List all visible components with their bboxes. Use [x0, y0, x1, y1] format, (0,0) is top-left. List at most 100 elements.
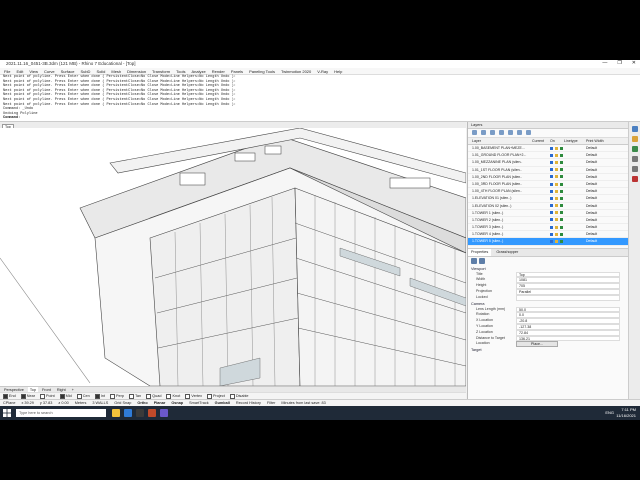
layer-name[interactable]: 1.00_2ND FLOOR PLAN (silen.. [468, 174, 532, 180]
lock-icon[interactable] [555, 160, 558, 164]
menu-edit[interactable]: Edit [16, 68, 23, 74]
linetype-cell[interactable] [564, 224, 586, 230]
tools-icon[interactable] [526, 130, 531, 135]
print-width-cell[interactable]: Default [586, 159, 628, 165]
lightbulb-icon[interactable] [550, 240, 553, 244]
linetype-cell[interactable] [564, 217, 586, 223]
osnap-checkbox[interactable] [146, 393, 152, 399]
menu-vray[interactable]: V-Ray [317, 68, 328, 74]
layer-name[interactable]: 1.TOWER 2 (silen..) [468, 217, 532, 223]
file-explorer-icon[interactable] [112, 409, 120, 417]
display-tab-icon[interactable] [632, 136, 638, 142]
language-indicator[interactable]: ENG [605, 410, 614, 415]
osnap-checkbox[interactable] [40, 393, 45, 399]
linetype-cell[interactable] [564, 238, 586, 244]
color-swatch-icon[interactable] [560, 175, 563, 179]
layer-name[interactable]: 1.TOWER 5 (silen..) [468, 238, 532, 244]
lightbulb-icon[interactable] [550, 160, 553, 164]
color-swatch-icon[interactable] [560, 204, 563, 208]
print-width-cell[interactable]: Default [586, 238, 628, 244]
color-swatch-icon[interactable] [560, 182, 563, 186]
color-swatch-icon[interactable] [560, 153, 563, 157]
layer-row[interactable]: 1.00_4TH FLOOR PLAN (silen.. Default [468, 188, 628, 196]
layer-name[interactable]: 1.TOWER 4 (silen..) [468, 231, 532, 237]
layer-row[interactable]: 1.01_GROUND FLOOR PLAN+2... Default [468, 152, 628, 160]
minimize-button[interactable]: — [602, 60, 607, 68]
lock-icon[interactable] [555, 175, 558, 179]
layer-name[interactable]: 1.00_BASEMENT PLAN+MEZE... [468, 145, 532, 151]
print-width-cell[interactable]: Default [586, 181, 628, 187]
menu-dimension[interactable]: Dimension [127, 68, 146, 74]
command-input[interactable]: Command: [3, 116, 640, 121]
col-current[interactable]: Current [532, 138, 550, 144]
taskbar-search-input[interactable]: Type here to search [16, 409, 106, 417]
osnap-checkbox[interactable] [166, 393, 172, 399]
col-print-width[interactable]: Print Width [586, 138, 628, 144]
linetype-cell[interactable] [564, 188, 586, 194]
render-tab-icon[interactable] [632, 146, 638, 152]
color-swatch-icon[interactable] [560, 240, 563, 244]
col-layer[interactable]: Layer [468, 138, 532, 144]
col-on[interactable]: On [550, 138, 564, 144]
current-indicator[interactable] [532, 210, 550, 216]
osnap-checkbox[interactable] [109, 393, 115, 399]
linetype-cell[interactable] [564, 174, 586, 180]
color-swatch-icon[interactable] [560, 189, 563, 193]
layer-name[interactable]: 1.00_3RD FLOOR PLAN (silen.. [468, 181, 532, 187]
lightbulb-icon[interactable] [550, 232, 553, 236]
menu-subd[interactable]: SubD [80, 68, 90, 74]
current-indicator[interactable] [532, 195, 550, 201]
print-width-cell[interactable]: Default [586, 152, 628, 158]
print-width-cell[interactable]: Default [586, 217, 628, 223]
current-indicator[interactable] [532, 152, 550, 158]
lightbulb-icon[interactable] [550, 153, 553, 157]
menu-view[interactable]: View [29, 68, 38, 74]
layer-row[interactable]: 1.ELEVATION 02 (silen..) Default [468, 203, 628, 210]
layer-row[interactable]: 1.TOWER 5 (silen..) Default [468, 238, 628, 246]
print-width-cell[interactable]: Default [586, 188, 628, 194]
lightbulb-icon[interactable] [550, 204, 553, 208]
print-width-cell[interactable]: Default [586, 167, 628, 173]
layer-name[interactable]: 1.TOWER 1 (silen..) [468, 210, 532, 216]
osnap-checkbox[interactable] [59, 393, 65, 399]
grasshopper-tab-icon[interactable] [632, 176, 638, 182]
layer-row[interactable]: 1.00_2ND FLOOR PLAN (silen.. Default [468, 174, 628, 181]
layer-name[interactable]: 1.00_4TH FLOOR PLAN (silen.. [468, 188, 532, 194]
tab-grasshopper[interactable]: Grasshopper [493, 249, 521, 256]
tab-properties[interactable]: Properties [468, 248, 492, 256]
color-swatch-icon[interactable] [560, 196, 563, 200]
layer-name[interactable]: 1.TOWER 3 (silen..) [468, 224, 532, 230]
lightbulb-icon[interactable] [550, 182, 553, 186]
current-indicator[interactable] [532, 224, 550, 230]
menu-transform[interactable]: Transform [152, 68, 170, 74]
print-width-cell[interactable]: Default [586, 210, 628, 216]
print-width-cell[interactable]: Default [586, 203, 628, 209]
help-tab-icon[interactable] [632, 166, 638, 172]
menu-solid[interactable]: Solid [96, 68, 105, 74]
lock-icon[interactable] [555, 153, 558, 157]
layer-name[interactable]: 1.ELEVATION 01 (silen..) [468, 195, 532, 201]
lightbulb-icon[interactable] [550, 189, 553, 193]
properties-tab-icon[interactable] [632, 156, 638, 162]
menu-help[interactable]: Help [334, 68, 342, 74]
delete-layer-icon[interactable] [490, 130, 495, 135]
lock-icon[interactable] [555, 240, 558, 244]
print-width-cell[interactable]: Default [586, 174, 628, 180]
new-sublayer-icon[interactable] [481, 130, 486, 135]
viewport-top[interactable] [0, 128, 466, 386]
close-button[interactable]: ✕ [632, 60, 636, 68]
osnap-checkbox[interactable] [20, 393, 26, 399]
lock-icon[interactable] [555, 146, 558, 150]
system-clock[interactable]: 7:11 PM 11/16/2021 [616, 407, 636, 418]
osnap-checkbox[interactable] [229, 393, 235, 399]
current-indicator[interactable] [532, 203, 550, 209]
edge-icon[interactable] [124, 409, 132, 417]
lock-icon[interactable] [555, 196, 558, 200]
lightbulb-icon[interactable] [550, 146, 553, 150]
lock-icon[interactable] [555, 189, 558, 193]
current-indicator[interactable] [532, 238, 550, 244]
print-width-cell[interactable]: Default [586, 224, 628, 230]
viewport-icon[interactable] [471, 257, 477, 264]
layer-row[interactable]: 1.TOWER 4 (silen..) Default [468, 231, 628, 239]
menu-surface[interactable]: Surface [61, 68, 75, 74]
